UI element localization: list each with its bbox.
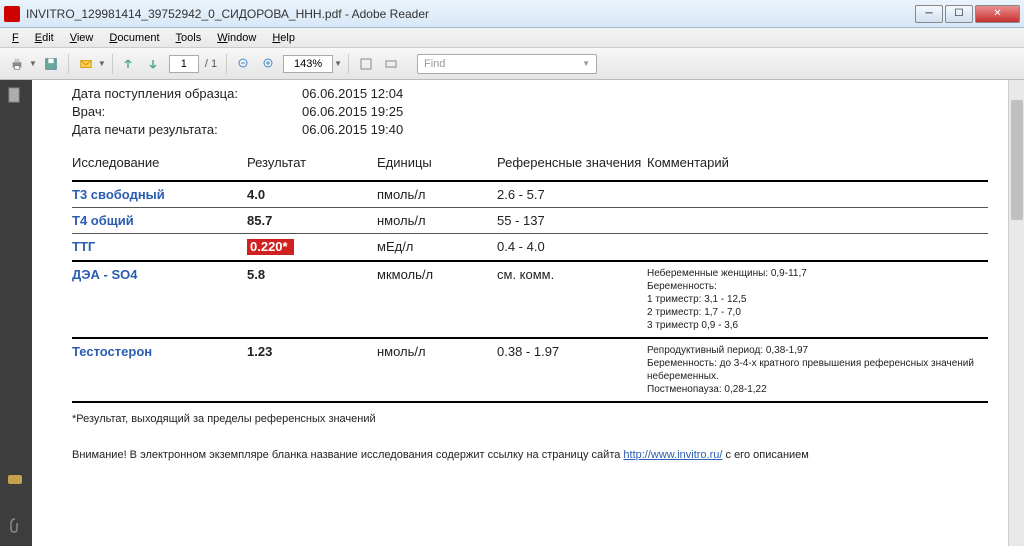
zoom-dropdown-icon[interactable]: ▼ [334, 59, 342, 68]
units-cell: мкмоль/л [377, 261, 497, 338]
result-value: 85.7 [247, 213, 272, 228]
table-row: ТТГ 0.220* мЕд/л0.4 - 4.0 [72, 233, 988, 261]
ref-cell: 0.4 - 4.0 [497, 233, 647, 261]
result-value: 1.23 [247, 344, 272, 359]
prev-page-button[interactable] [119, 53, 141, 75]
document-area: Дата поступления образца: 06.06.2015 12:… [0, 80, 1024, 546]
close-button[interactable]: ✕ [975, 5, 1020, 23]
vertical-scrollbar[interactable] [1008, 80, 1024, 546]
menu-file[interactable]: F [4, 30, 27, 46]
test-name-link[interactable]: ДЭА - SO4 [72, 267, 137, 282]
ref-cell: см. комм. [497, 261, 647, 338]
menu-document[interactable]: Document [101, 30, 167, 46]
col-ref-header: Референсные значения [497, 149, 647, 181]
toolbar: ▼ ▼ / 1 ▼ Find▼ [0, 48, 1024, 80]
print-dropdown-icon[interactable]: ▼ [29, 59, 37, 68]
nav-pane [0, 80, 32, 546]
table-row: Тестостерон 1.23 нмоль/л0.38 - 1.97Репроду… [72, 338, 988, 402]
units-cell: нмоль/л [377, 338, 497, 402]
menu-view[interactable]: View [62, 30, 102, 46]
page-total-label: / 1 [202, 58, 220, 70]
email-button[interactable] [75, 53, 97, 75]
units-cell: пмоль/л [377, 181, 497, 208]
units-cell: нмоль/л [377, 207, 497, 233]
received-label: Дата поступления образца: [72, 86, 302, 101]
table-row: ДЭА - SO4 5.8 мкмоль/лсм. комм.Небеременны… [72, 261, 988, 338]
doctor-label: Врач: [72, 104, 302, 119]
comment-cell [647, 181, 988, 208]
email-dropdown-icon[interactable]: ▼ [98, 59, 106, 68]
invitro-link[interactable]: http://www.invitro.ru/ [623, 449, 722, 461]
notice-text: Внимание! В электронном экземпляре бланк… [72, 449, 988, 461]
minimize-button[interactable]: ─ [915, 5, 943, 23]
result-value: 5.8 [247, 267, 265, 282]
ref-cell: 55 - 137 [497, 207, 647, 233]
print-button[interactable] [6, 53, 28, 75]
save-button[interactable] [40, 53, 62, 75]
test-name-link[interactable]: Тестостерон [72, 344, 152, 359]
comment-cell: Небеременные женщины: 0,9-11,7Беременнос… [647, 261, 988, 338]
pages-panel-icon[interactable] [6, 86, 26, 106]
table-row: Т4 общий 85.7 нмоль/л55 - 137 [72, 207, 988, 233]
zoom-out-button[interactable] [233, 53, 255, 75]
ref-cell: 2.6 - 5.7 [497, 181, 647, 208]
zoom-input[interactable] [283, 55, 333, 73]
attachments-panel-icon[interactable] [6, 516, 26, 536]
maximize-button[interactable]: ☐ [945, 5, 973, 23]
ref-cell: 0.38 - 1.97 [497, 338, 647, 402]
results-table: Исследование Результат Единицы Референсн… [72, 149, 988, 403]
footnote: *Результат, выходящий за пределы референ… [72, 413, 988, 425]
table-row: Т3 свободный 4.0 пмоль/л2.6 - 5.7 [72, 181, 988, 208]
menu-window[interactable]: Window [209, 30, 264, 46]
doctor-value: 06.06.2015 19:25 [302, 104, 403, 119]
printed-value: 06.06.2015 19:40 [302, 122, 403, 137]
col-result-header: Результат [247, 149, 377, 181]
comment-cell [647, 233, 988, 261]
units-cell: мЕд/л [377, 233, 497, 261]
fit-width-button[interactable] [380, 53, 402, 75]
comments-panel-icon[interactable] [6, 472, 26, 492]
comment-cell [647, 207, 988, 233]
menubar: F Edit View Document Tools Window Help [0, 28, 1024, 48]
next-page-button[interactable] [144, 53, 166, 75]
col-comment-header: Комментарий [647, 149, 988, 181]
window-titlebar: INVITRO_129981414_39752942_0_СИДОРОВА_НН… [0, 0, 1024, 28]
result-value: 4.0 [247, 187, 265, 202]
find-input[interactable]: Find▼ [417, 54, 597, 74]
received-value: 06.06.2015 12:04 [302, 86, 403, 101]
zoom-in-button[interactable] [258, 53, 280, 75]
menu-tools[interactable]: Tools [168, 30, 210, 46]
col-units-header: Единицы [377, 149, 497, 181]
window-title: INVITRO_129981414_39752942_0_СИДОРОВА_НН… [26, 7, 915, 21]
fit-page-button[interactable] [355, 53, 377, 75]
menu-edit[interactable]: Edit [27, 30, 62, 46]
pdf-page: Дата поступления образца: 06.06.2015 12:… [32, 80, 1008, 546]
menu-help[interactable]: Help [264, 30, 303, 46]
test-name-link[interactable]: ТТГ [72, 239, 95, 254]
result-value: 0.220* [247, 239, 294, 255]
test-name-link[interactable]: Т3 свободный [72, 187, 165, 202]
comment-cell: Репродуктивный период: 0,38-1,97Беременн… [647, 338, 988, 402]
test-name-link[interactable]: Т4 общий [72, 213, 134, 228]
page-viewport[interactable]: Дата поступления образца: 06.06.2015 12:… [32, 80, 1008, 546]
scroll-thumb[interactable] [1011, 100, 1023, 220]
col-name-header: Исследование [72, 149, 247, 181]
app-icon [4, 6, 20, 22]
printed-label: Дата печати результата: [72, 122, 302, 137]
page-number-input[interactable] [169, 55, 199, 73]
